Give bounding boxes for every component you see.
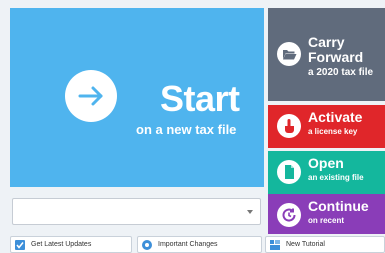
continue-recent-tile[interactable]: Continue on recent xyxy=(268,194,385,234)
arrow-right-icon xyxy=(65,70,117,122)
updates-label: Get Latest Updates xyxy=(31,241,92,248)
chevron-down-icon xyxy=(247,210,253,214)
checkbox-icon xyxy=(15,239,25,250)
start-title: Start xyxy=(160,78,240,119)
open-title: Open xyxy=(308,155,344,171)
open-existing-file-tile[interactable]: Open an existing file xyxy=(268,151,385,194)
tutorial-icon xyxy=(270,239,280,250)
continue-subtitle: on recent xyxy=(308,216,345,225)
changes-label: Important Changes xyxy=(158,241,218,248)
activate-title: Activate xyxy=(308,109,363,125)
recent-files-dropdown[interactable] xyxy=(12,198,261,225)
hand-pointer-icon xyxy=(277,114,301,138)
activate-subtitle: a license key xyxy=(308,127,358,136)
carry-title-line2: Forward xyxy=(308,49,364,65)
get-latest-updates-button[interactable]: Get Latest Updates xyxy=(10,236,132,253)
start-new-tax-file-tile[interactable]: Start on a new tax file xyxy=(10,8,264,187)
continue-title: Continue xyxy=(308,198,369,214)
file-icon xyxy=(277,160,301,184)
new-tutorial-button[interactable]: New Tutorial xyxy=(265,236,385,253)
clock-refresh-icon xyxy=(277,203,301,227)
activate-license-tile[interactable]: Activate a license key xyxy=(268,105,385,148)
tutorial-label: New Tutorial xyxy=(286,241,325,248)
carry-forward-tile[interactable]: Carry Forward a 2020 tax file xyxy=(268,8,385,101)
important-changes-button[interactable]: Important Changes xyxy=(137,236,262,253)
folder-open-icon xyxy=(277,42,301,66)
carry-title-line1: Carry xyxy=(308,34,345,50)
carry-subtitle: a 2020 tax file xyxy=(308,67,374,78)
info-icon xyxy=(142,239,152,250)
start-subtitle: on a new tax file xyxy=(136,122,237,137)
open-subtitle: an existing file xyxy=(308,173,364,182)
